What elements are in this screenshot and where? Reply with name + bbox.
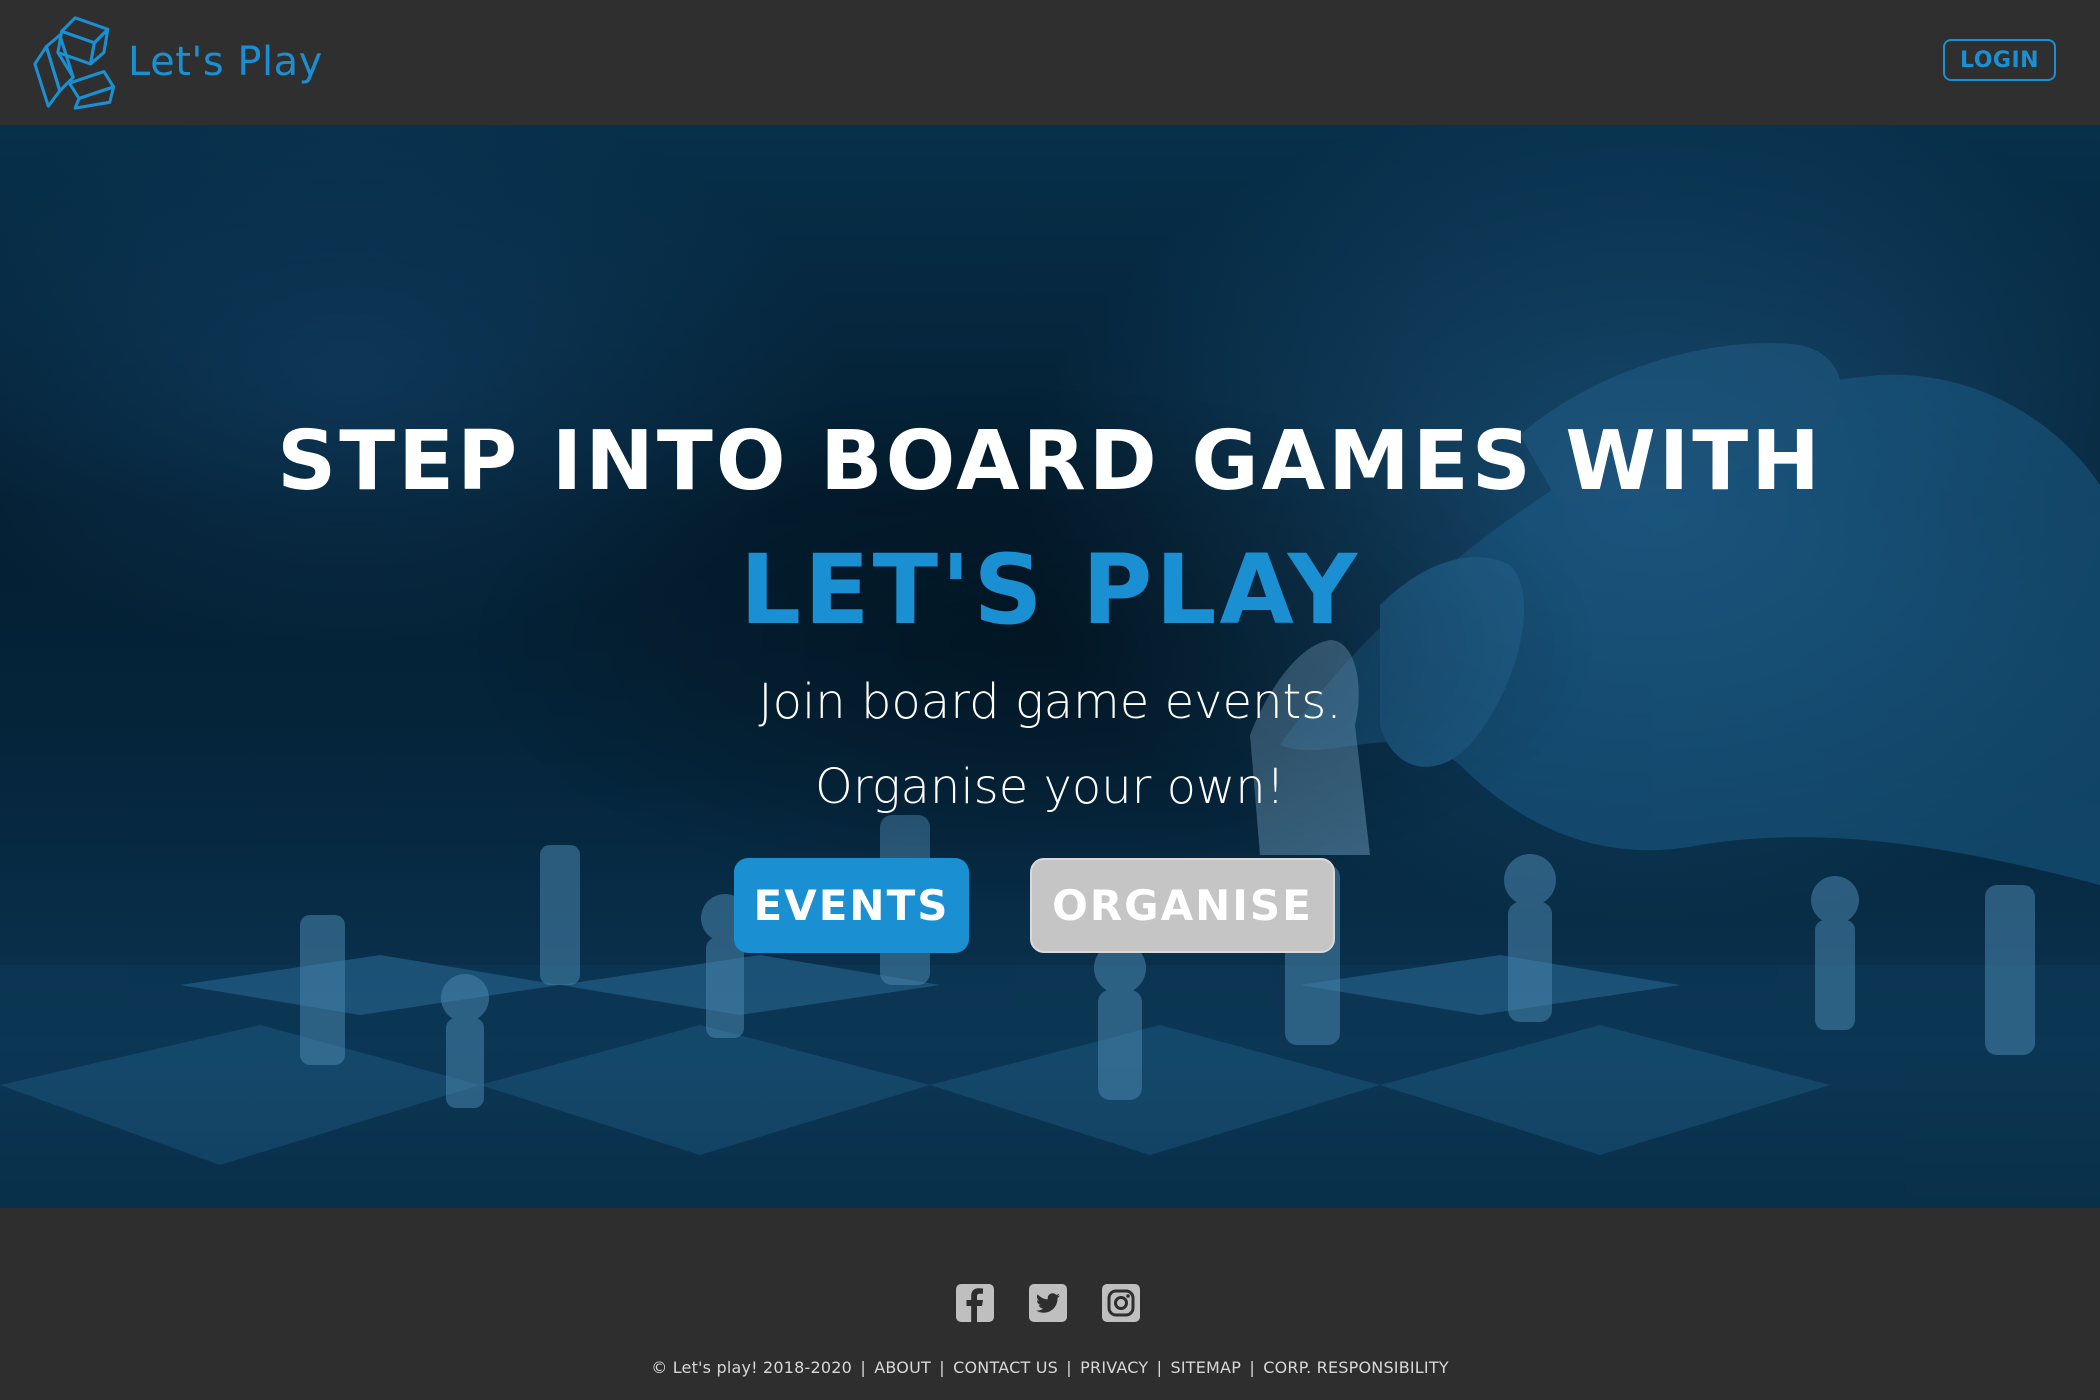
contact-us-link[interactable]: CONTACT US xyxy=(953,1358,1058,1377)
separator: | xyxy=(1249,1358,1255,1377)
separator: | xyxy=(860,1358,866,1377)
events-button[interactable]: EVENTS xyxy=(734,858,969,953)
hero-content: STEP INTO BOARD GAMES WITH LET'S PLAY Jo… xyxy=(0,125,2100,1208)
footer-links: © Let's play! 2018-2020 | ABOUT | CONTAC… xyxy=(0,1358,2100,1377)
organise-button[interactable]: ORGANISE xyxy=(1030,858,1335,953)
footer: © Let's play! 2018-2020 | ABOUT | CONTAC… xyxy=(0,1208,2100,1400)
cube-logo-icon xyxy=(33,16,116,110)
instagram-icon[interactable] xyxy=(1101,1283,1141,1323)
hero-subtitle-line-2: Organise your own! xyxy=(815,759,1285,815)
separator: | xyxy=(1156,1358,1163,1377)
sitemap-link[interactable]: SITEMAP xyxy=(1170,1358,1241,1377)
top-navbar: Let's Play LOGIN xyxy=(0,0,2100,125)
separator: | xyxy=(939,1358,945,1377)
copyright-text: © Let's play! 2018-2020 xyxy=(651,1358,853,1377)
hero-subtitle-line-1: Join board game events. xyxy=(758,674,1342,730)
brand-home-link[interactable]: Let's Play xyxy=(30,14,323,110)
privacy-link[interactable]: PRIVACY xyxy=(1080,1358,1148,1377)
corp-responsibility-link[interactable]: CORP. RESPONSIBILITY xyxy=(1263,1358,1449,1377)
hero-title: STEP INTO BOARD GAMES WITH xyxy=(277,414,1823,509)
hero-section: STEP INTO BOARD GAMES WITH LET'S PLAY Jo… xyxy=(0,125,2100,1208)
separator: | xyxy=(1066,1358,1072,1377)
login-button[interactable]: LOGIN xyxy=(1943,39,2056,81)
brand-name: Let's Play xyxy=(128,39,323,85)
about-link[interactable]: ABOUT xyxy=(874,1358,931,1377)
facebook-icon[interactable] xyxy=(955,1283,995,1323)
hero-brand-title: LET'S PLAY xyxy=(739,534,1361,646)
social-links xyxy=(955,1283,1141,1323)
twitter-icon[interactable] xyxy=(1028,1283,1068,1323)
